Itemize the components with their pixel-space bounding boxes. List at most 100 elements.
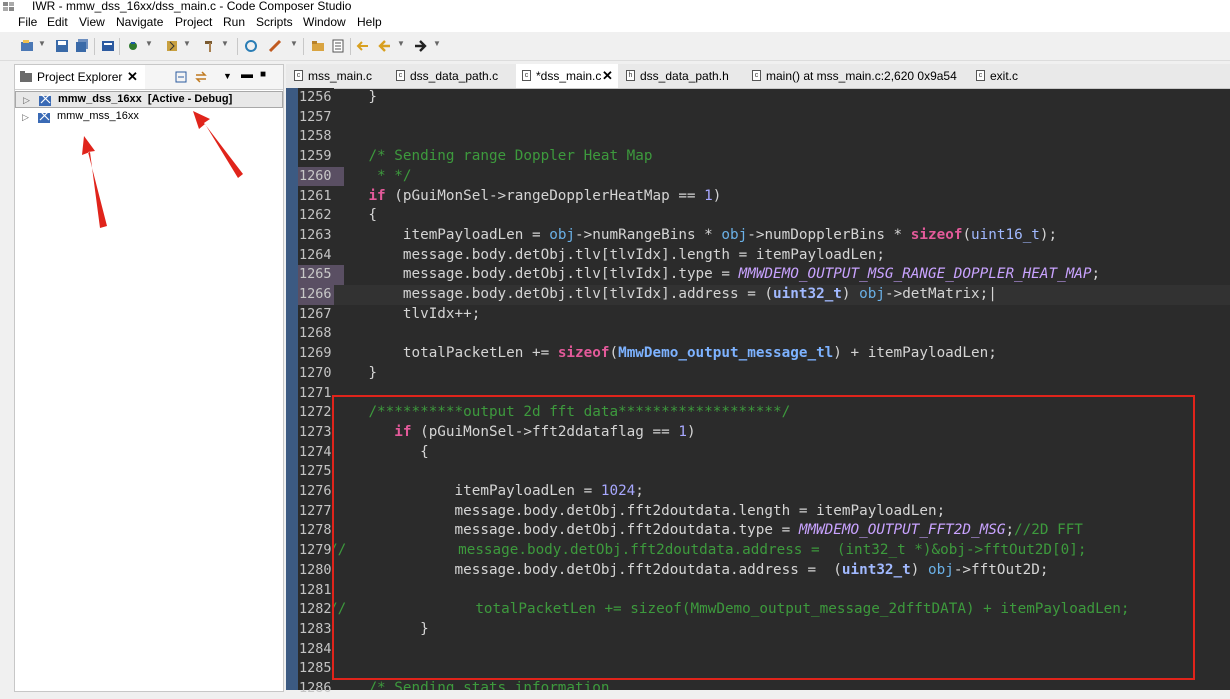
code-line: totalPacketLen += sizeof(MmwDemo_output_… (402, 345, 997, 362)
tab-exit-c[interactable]: c exit.c (976, 64, 1046, 88)
brush-dropdown-chevron-icon[interactable]: ▼ (290, 39, 298, 48)
view-menu-chevron-icon[interactable]: ▼ (223, 71, 235, 83)
debug-icon[interactable] (126, 39, 140, 53)
ccs-project-icon (39, 93, 51, 106)
c-file-icon: c (752, 70, 761, 81)
h-file-icon: h (626, 70, 635, 81)
menu-view[interactable]: View (79, 15, 105, 29)
code-line: itemPayloadLen = 1024; (454, 483, 644, 499)
collapse-all-icon[interactable] (175, 71, 187, 83)
build-dropdown-chevron-icon[interactable]: ▼ (221, 39, 229, 48)
toolbar-separator (303, 38, 304, 55)
back-dropdown-chevron-icon[interactable]: ▼ (397, 39, 405, 48)
code-editor: c mss_main.c c dss_data_path.c c *dss_ma… (286, 64, 1230, 696)
editor-tab-bar: c mss_main.c c dss_data_path.c c *dss_ma… (286, 64, 1230, 89)
window-title: IWR - mmw_dss_16xx/dss_main.c - Code Com… (32, 0, 352, 13)
project-name: mmw_dss_16xx [Active - Debug] (58, 93, 233, 105)
main-toolbar: ▼ ▼ ▼ ▼ ▼ ▼ ▼ (0, 32, 1230, 61)
forward-arrow-icon[interactable] (413, 39, 427, 53)
code-line: /**********output 2d fft data***********… (368, 404, 791, 421)
project-explorer-title: Project Explorer (37, 70, 123, 84)
tab-mss-main-c[interactable]: c mss_main.c (294, 64, 390, 88)
menu-bar: File Edit View Navigate Project Run Scri… (0, 14, 1230, 32)
code-line: itemPayloadLen = obj->numRangeBins * obj… (402, 226, 1058, 243)
code-line: message.body.detObj.tlv[tlvIdx].type = M… (402, 266, 1101, 283)
project-explorer-header: Project Explorer ✕ ▼ ▬ ■ (15, 65, 283, 90)
c-file-icon: c (522, 70, 531, 81)
code-line: { (334, 207, 378, 224)
code-line-current: message.body.detObj.tlv[tlvIdx].address … (334, 285, 1230, 305)
close-icon[interactable]: ✕ (602, 68, 613, 84)
code-line-commented: // totalPacketLen += sizeof(MmwDemo_outp… (334, 601, 1130, 618)
new-icon[interactable] (20, 39, 34, 53)
menu-project[interactable]: Project (175, 15, 212, 29)
forward-dropdown-chevron-icon[interactable]: ▼ (433, 39, 441, 48)
project-explorer-panel: Project Explorer ✕ ▼ ▬ ■ ▷ mmw_dss_16xx … (14, 64, 284, 692)
menu-run[interactable]: Run (223, 15, 245, 29)
menu-scripts[interactable]: Scripts (256, 15, 293, 29)
code-area[interactable]: } /* Sending range Doppler Heat Map * */… (334, 88, 1230, 690)
overview-ruler[interactable] (286, 88, 298, 690)
brush-icon[interactable] (268, 39, 282, 53)
close-icon[interactable]: ✕ (127, 69, 138, 85)
line-number-gutter: 1256 1257 1258 1259 1260 1261 1262 1263 … (298, 88, 344, 696)
minimize-icon[interactable]: ▬ (241, 67, 253, 81)
tree-item-mmw-mss-16xx[interactable]: ▷ mmw_mss_16xx (15, 109, 283, 126)
code-line: } (334, 364, 378, 381)
c-file-icon: c (294, 70, 303, 81)
menu-navigate[interactable]: Navigate (116, 15, 163, 29)
tree-item-mmw-dss-16xx[interactable]: ▷ mmw_dss_16xx [Active - Debug] (15, 91, 283, 108)
code-line: * */ (368, 167, 412, 184)
expand-arrow-icon[interactable]: ▷ (23, 95, 30, 106)
document-list-icon[interactable] (331, 39, 345, 53)
flash-icon[interactable] (165, 39, 179, 53)
link-with-editor-icon[interactable] (195, 71, 207, 83)
refresh-icon[interactable] (244, 39, 258, 53)
code-line: message.body.detObj.fft2doutdata.type = … (454, 522, 1083, 539)
tab-project-explorer[interactable]: Project Explorer ✕ (15, 65, 145, 89)
open-folder-icon[interactable] (311, 39, 325, 53)
code-line: if (pGuiMonSel->rangeDopplerHeatMap == 1… (368, 187, 722, 204)
ccs-project-icon (38, 110, 50, 123)
code-line: message.body.detObj.fft2doutdata.length … (454, 502, 946, 519)
code-line-commented: // message.body.detObj.fft2doutdata.addr… (334, 542, 1087, 559)
window-titlebar: IWR - mmw_dss_16xx/dss_main.c - Code Com… (0, 0, 1230, 14)
menu-window[interactable]: Window (303, 15, 346, 29)
code-line: message.body.detObj.tlv[tlvIdx].length =… (402, 246, 885, 263)
code-line: if (pGuiMonSel->fft2ddataflag == 1) (394, 423, 696, 440)
code-line: } (334, 620, 429, 637)
tab-disassembly-main[interactable]: c main() at mss_main.c:2,620 0x9a54 (752, 64, 966, 88)
console-icon[interactable] (101, 39, 115, 53)
last-edit-location-icon[interactable] (356, 39, 370, 53)
project-name: mmw_mss_16xx (57, 110, 139, 122)
toolbar-separator (119, 38, 120, 55)
ccs-app-icon (3, 2, 14, 11)
toolbar-separator (350, 38, 351, 55)
c-file-icon: c (976, 70, 985, 81)
code-line: /* Sending range Doppler Heat Map (368, 148, 653, 165)
toolbar-separator (237, 38, 238, 55)
build-hammer-icon[interactable] (203, 39, 217, 53)
flash-dropdown-chevron-icon[interactable]: ▼ (183, 39, 191, 48)
menu-file[interactable]: File (18, 15, 37, 29)
new-dropdown-chevron-icon[interactable]: ▼ (38, 39, 46, 48)
code-line: tlvIdx++; (402, 305, 481, 322)
save-all-icon[interactable] (75, 39, 89, 53)
debug-dropdown-chevron-icon[interactable]: ▼ (145, 39, 153, 48)
menu-help[interactable]: Help (357, 15, 382, 29)
c-file-icon: c (396, 70, 405, 81)
project-explorer-icon (20, 71, 32, 82)
toolbar-separator (94, 38, 95, 55)
code-line: /* Sending stats information (368, 680, 610, 690)
menu-edit[interactable]: Edit (47, 15, 68, 29)
maximize-icon[interactable]: ■ (260, 69, 272, 81)
code-line: } (334, 89, 378, 105)
code-line: { (334, 443, 429, 460)
tab-dss-main-c-active[interactable]: c *dss_main.c ✕ (516, 64, 618, 88)
code-line: message.body.detObj.fft2doutdata.address… (454, 561, 1049, 578)
tab-dss-data-path-h[interactable]: h dss_data_path.h (626, 64, 744, 88)
save-icon[interactable] (55, 39, 69, 53)
expand-arrow-icon[interactable]: ▷ (22, 112, 29, 123)
tab-dss-data-path-c[interactable]: c dss_data_path.c (396, 64, 516, 88)
back-arrow-icon[interactable] (378, 39, 392, 53)
